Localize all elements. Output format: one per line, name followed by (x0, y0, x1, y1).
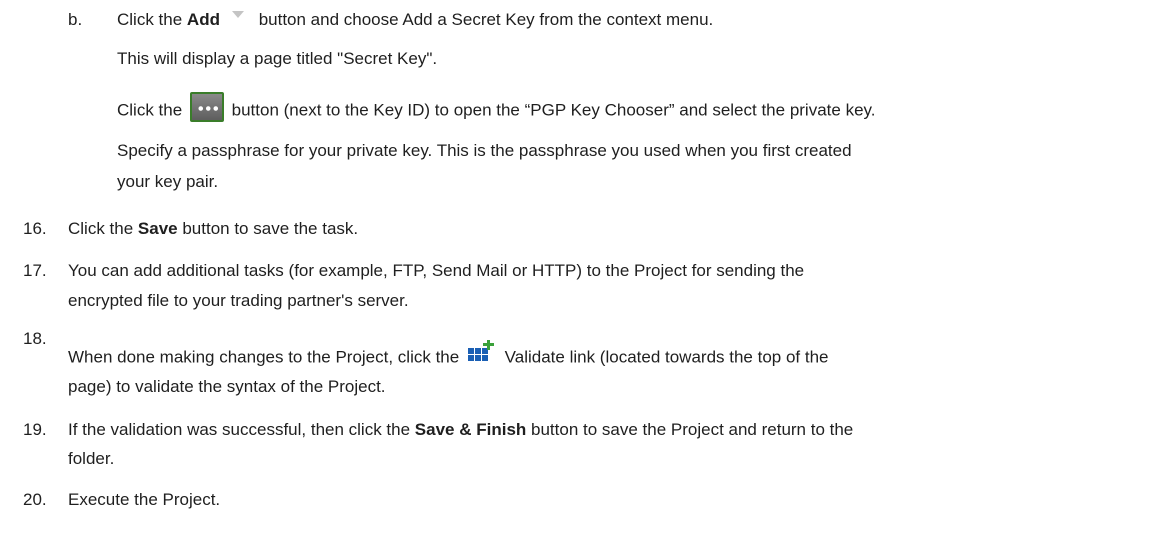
step-16-number: 16. (23, 219, 47, 238)
step-b-pre: Click the (117, 10, 187, 29)
step-b-marker: b. (68, 10, 83, 29)
step-16-post: button to save the task. (177, 219, 359, 238)
step-19-post: button to save the Project and return to… (526, 420, 854, 439)
step-19-bold: Save & Finish (414, 420, 527, 439)
step-b-text: Click the Add button and choose Add a Se… (117, 9, 713, 31)
step-20-text: Execute the Project. (68, 490, 221, 509)
document-page: b. Click the Add button and choose Add a… (0, 0, 1167, 548)
chevron-down-icon (231, 11, 244, 19)
step-16-pre: Click the (68, 219, 138, 238)
step-16-bold: Save (137, 219, 178, 238)
step-20-number: 20. (23, 490, 47, 509)
step-b-result: This will display a page titled "Secret … (117, 49, 438, 68)
keyid-pre: Click the (117, 100, 187, 120)
step-17-line2: encrypted file to your trading partner's… (68, 291, 409, 310)
passphrase-line1: Specify a passphrase for your private ke… (117, 141, 852, 160)
step-19-number: 19. (23, 420, 47, 439)
step-19-line2: folder. (68, 449, 115, 468)
step-19-line1: If the validation was successful, then c… (68, 419, 853, 441)
passphrase-line2: your key pair. (117, 172, 219, 191)
step-18-post: Validate link (located towards the top o… (499, 347, 829, 367)
step-16-text: Click the Save button to save the task. (68, 218, 358, 240)
step-18-pre: When done making changes to the Project,… (68, 347, 464, 367)
step-18-line1: When done making changes to the Project,… (68, 340, 829, 370)
step-18-line2: page) to validate the syntax of the Proj… (68, 377, 386, 396)
keyid-instruction: Click the button (next to the Key ID) to… (117, 92, 876, 126)
step-b-bold: Add (186, 10, 220, 29)
step-18-number: 18. (23, 329, 47, 348)
step-b-post: button and choose Add a Secret Key from … (253, 10, 714, 29)
step-19-pre: If the validation was successful, then c… (68, 420, 415, 439)
step-17-line1: You can add additional tasks (for exampl… (68, 261, 805, 280)
keyid-post: button (next to the Key ID) to open the … (226, 100, 876, 120)
step-17-number: 17. (23, 261, 47, 280)
validate-icon (467, 340, 494, 364)
ellipsis-button-icon (189, 92, 224, 122)
